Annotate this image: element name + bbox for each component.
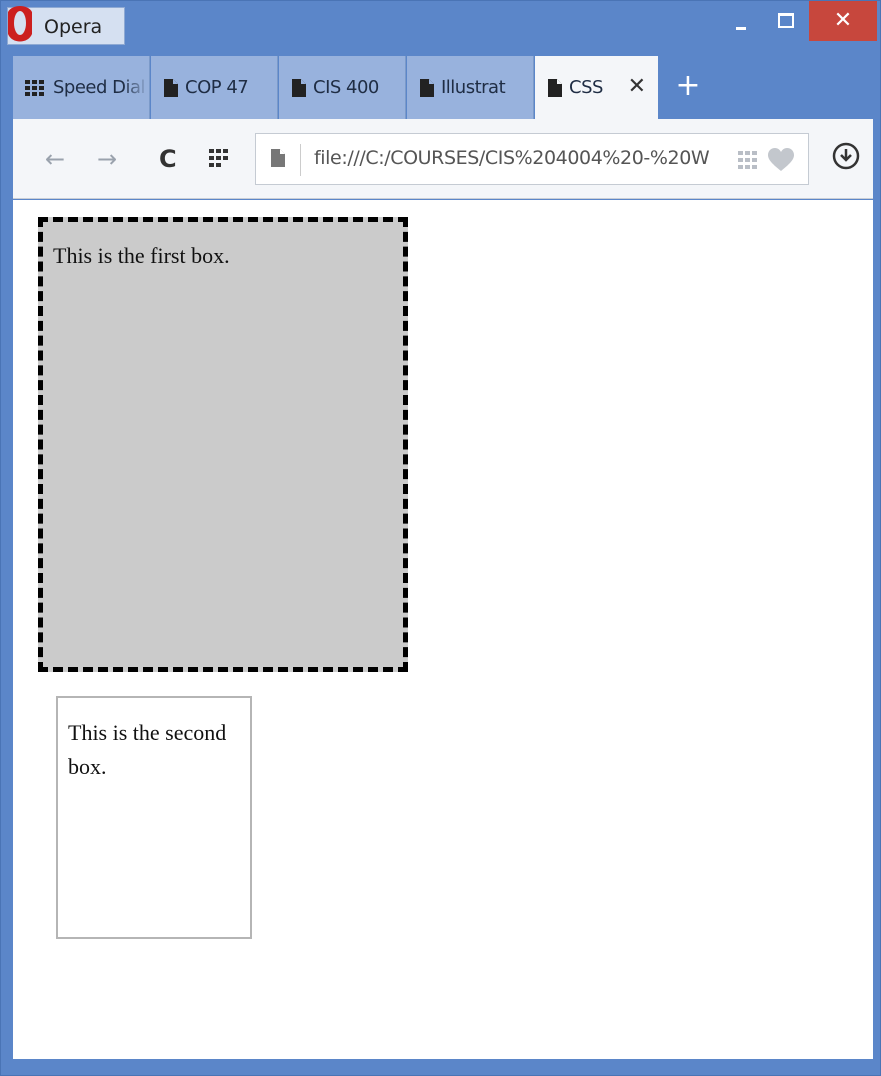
second-box: This is the second box. bbox=[56, 696, 252, 939]
maximize-button[interactable] bbox=[763, 1, 809, 41]
url-text[interactable]: file:///C:/COURSES/CIS%204004%20-%20W bbox=[314, 147, 734, 169]
page-content: This is the first box. This is the secon… bbox=[13, 200, 873, 1059]
heart-icon[interactable] bbox=[768, 148, 794, 172]
back-arrow-icon[interactable]: ← bbox=[45, 145, 65, 173]
title-bar[interactable]: Opera ✕ bbox=[1, 1, 880, 51]
navigation-toolbar: ← → C file:///C:/COURSES/CIS%204004%20-%… bbox=[13, 119, 873, 199]
page-icon bbox=[548, 78, 562, 97]
address-bar[interactable]: file:///C:/COURSES/CIS%204004%20-%20W bbox=[255, 133, 809, 185]
tab-label: COP 47 bbox=[185, 77, 249, 98]
tab-label: Illustrat bbox=[441, 77, 506, 98]
maximize-icon bbox=[778, 13, 794, 28]
tab-bar: Speed Dial COP 47 CIS 400 Illustrat CSS … bbox=[13, 56, 873, 119]
page-icon bbox=[420, 78, 434, 97]
speed-dial-icon[interactable] bbox=[209, 149, 229, 167]
opera-logo-icon bbox=[8, 6, 32, 42]
close-tab-icon[interactable]: ✕ bbox=[628, 74, 646, 99]
tab-cop[interactable]: COP 47 bbox=[151, 56, 278, 119]
speed-dial-icon bbox=[25, 79, 44, 96]
close-window-button[interactable]: ✕ bbox=[809, 1, 877, 41]
page-icon bbox=[164, 78, 178, 97]
tab-speed-dial[interactable]: Speed Dial bbox=[13, 56, 150, 119]
download-icon[interactable] bbox=[831, 141, 861, 171]
speed-dial-add-icon[interactable] bbox=[738, 151, 758, 169]
first-box: This is the first box. bbox=[38, 217, 408, 672]
tab-css[interactable]: CSS ✕ bbox=[535, 56, 658, 119]
opera-menu-button[interactable]: Opera bbox=[7, 6, 125, 45]
tab-cis[interactable]: CIS 400 bbox=[279, 56, 406, 119]
tab-label: CIS 400 bbox=[313, 77, 379, 98]
browser-window: Opera ✕ Speed Dial COP 47 CIS 400 Illust… bbox=[0, 0, 881, 1076]
minimize-button[interactable] bbox=[717, 1, 763, 41]
first-box-text: This is the first box. bbox=[53, 243, 230, 268]
reload-icon[interactable]: C bbox=[159, 145, 177, 173]
tab-illustrat[interactable]: Illustrat bbox=[407, 56, 534, 119]
page-icon bbox=[292, 78, 306, 97]
page-icon bbox=[271, 149, 285, 167]
second-box-text: This is the second box. bbox=[68, 720, 227, 779]
new-tab-button[interactable]: + bbox=[668, 66, 708, 106]
app-name: Opera bbox=[44, 16, 103, 38]
forward-arrow-icon[interactable]: → bbox=[97, 145, 117, 173]
tab-label: CSS bbox=[569, 77, 603, 98]
minimize-icon bbox=[736, 27, 746, 30]
